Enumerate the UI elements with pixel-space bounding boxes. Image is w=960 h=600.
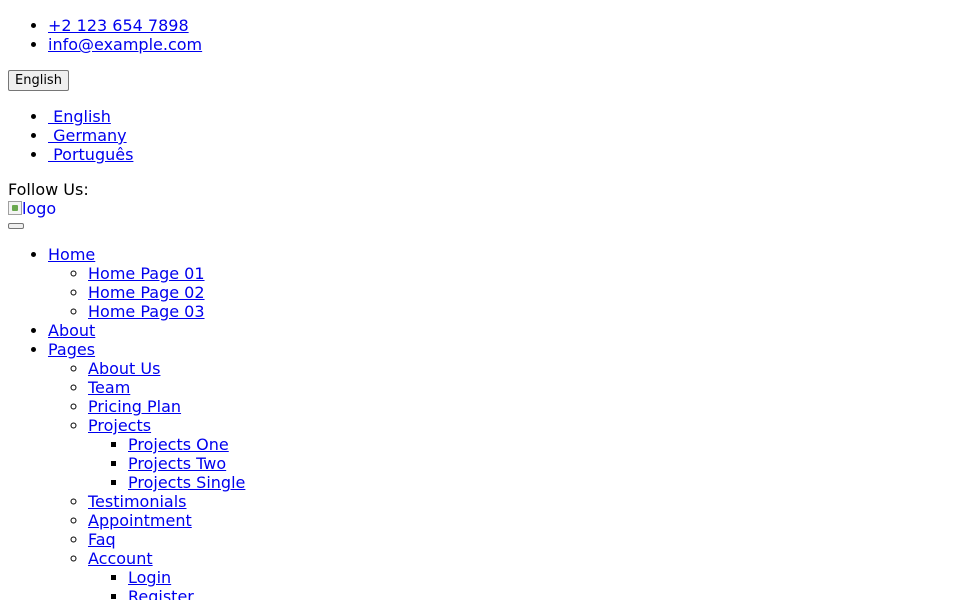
nav-link-pricing-plan[interactable]: Pricing Plan — [88, 397, 181, 416]
submenu-item: Projects Projects One Projects Two Proje… — [88, 416, 952, 492]
nav-link-pages[interactable]: Pages — [48, 340, 95, 359]
contact-list: +2 123 654 7898 info@example.com — [8, 16, 952, 54]
nav-link-home-page-03[interactable]: Home Page 03 — [88, 302, 205, 321]
language-option: English — [48, 107, 952, 126]
language-option-portugues[interactable]: Português — [48, 145, 133, 164]
nav-link-home-page-02[interactable]: Home Page 02 — [88, 283, 205, 302]
contact-item-email: info@example.com — [48, 35, 952, 54]
nav-link-account[interactable]: Account — [88, 549, 153, 568]
nav-link-testimonials[interactable]: Testimonials — [88, 492, 187, 511]
submenu-item: Register — [128, 587, 952, 600]
language-option-label: Germany — [48, 126, 127, 145]
follow-us-label: Follow Us: — [8, 180, 89, 199]
submenu-item: About Us — [88, 359, 952, 378]
submenu-item: Appointment — [88, 511, 952, 530]
submenu-item: Login — [128, 568, 952, 587]
nav-link-home-page-01[interactable]: Home Page 01 — [88, 264, 205, 283]
submenu-item: Projects Single — [128, 473, 952, 492]
nav-link-appointment[interactable]: Appointment — [88, 511, 192, 530]
language-option-label: Português — [48, 145, 134, 164]
menu-toggle-button[interactable] — [8, 223, 24, 229]
submenu-item: Home Page 03 — [88, 302, 952, 321]
nav-item-about: About — [48, 321, 952, 340]
email-link[interactable]: info@example.com — [48, 35, 202, 54]
nav-link-projects-one[interactable]: Projects One — [128, 435, 229, 454]
language-option: Germany — [48, 126, 952, 145]
nav-link-about-us[interactable]: About Us — [88, 359, 160, 378]
main-nav: Home Home Page 01 Home Page 02 Home Page… — [8, 245, 952, 600]
nav-link-projects[interactable]: Projects — [88, 416, 151, 435]
nav-link-home[interactable]: Home — [48, 245, 95, 264]
nav-item-home: Home Home Page 01 Home Page 02 Home Page… — [48, 245, 952, 321]
language-option-label: English — [48, 107, 111, 126]
submenu-item: Testimonials — [88, 492, 952, 511]
nav-link-about[interactable]: About — [48, 321, 95, 340]
submenu-item: Faq — [88, 530, 952, 549]
account-submenu: Login Register — [88, 568, 952, 600]
home-submenu: Home Page 01 Home Page 02 Home Page 03 — [48, 264, 952, 321]
nav-link-team[interactable]: Team — [88, 378, 130, 397]
nav-link-register[interactable]: Register — [128, 587, 194, 600]
language-option-germany[interactable]: Germany — [48, 126, 127, 145]
submenu-item: Projects Two — [128, 454, 952, 473]
submenu-item: Home Page 01 — [88, 264, 952, 283]
language-dropdown-button[interactable]: English — [8, 70, 69, 91]
language-option: Português — [48, 145, 952, 164]
language-switcher: English — [8, 70, 952, 91]
language-options: English Germany Português — [8, 107, 952, 164]
phone-link[interactable]: +2 123 654 7898 — [48, 16, 189, 35]
submenu-item: Projects One — [128, 435, 952, 454]
logo-alt-text: logo — [22, 199, 57, 218]
submenu-item: Home Page 02 — [88, 283, 952, 302]
social-block: Follow Us: logo — [8, 180, 952, 229]
submenu-item: Pricing Plan — [88, 397, 952, 416]
nav-link-projects-two[interactable]: Projects Two — [128, 454, 226, 473]
projects-submenu: Projects One Projects Two Projects Singl… — [88, 435, 952, 492]
logo-link[interactable]: logo — [8, 199, 952, 218]
nav-link-login[interactable]: Login — [128, 568, 171, 587]
contact-item-phone: +2 123 654 7898 — [48, 16, 952, 35]
nav-item-pages: Pages About Us Team Pricing Plan Project… — [48, 340, 952, 600]
pages-submenu: About Us Team Pricing Plan Projects Proj… — [48, 359, 952, 600]
submenu-item: Team — [88, 378, 952, 397]
nav-link-faq[interactable]: Faq — [88, 530, 116, 549]
page: +2 123 654 7898 info@example.com English… — [8, 16, 952, 600]
nav-link-projects-single[interactable]: Projects Single — [128, 473, 245, 492]
logo-image: logo — [8, 199, 56, 218]
language-option-english[interactable]: English — [48, 107, 111, 126]
submenu-item: Account Login Register — [88, 549, 952, 600]
broken-image-icon — [8, 201, 22, 215]
